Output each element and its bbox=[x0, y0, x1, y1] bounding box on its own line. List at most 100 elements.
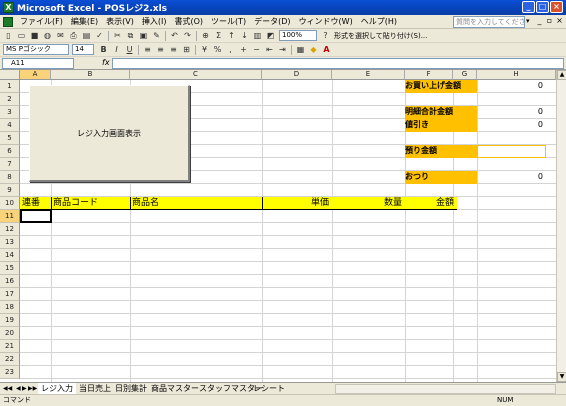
fill-color-icon[interactable]: ◆ bbox=[308, 44, 319, 55]
last-sheet-icon[interactable]: ▶▶ bbox=[28, 384, 37, 393]
help-icon[interactable]: ? bbox=[320, 30, 331, 41]
font-name-select[interactable]: MS Pゴシック bbox=[3, 44, 69, 55]
row-header[interactable]: 19 bbox=[0, 314, 20, 327]
borders-icon[interactable]: ▦ bbox=[295, 44, 306, 55]
worksheet-grid[interactable]: A B C D E F G H 1 2 3 4 5 6 7 8 9 10 11 … bbox=[0, 70, 556, 382]
new-icon[interactable]: ▯ bbox=[3, 30, 14, 41]
row-header[interactable]: 9 bbox=[0, 184, 20, 197]
scroll-down-icon[interactable]: ▼ bbox=[557, 372, 566, 382]
menu-data[interactable]: データ(D) bbox=[250, 16, 294, 27]
zoom-select[interactable]: 100% bbox=[279, 30, 317, 41]
increase-decimal-icon[interactable]: + bbox=[238, 44, 249, 55]
undo-icon[interactable]: ↶ bbox=[169, 30, 180, 41]
first-sheet-icon[interactable]: ◀◀ bbox=[3, 384, 12, 393]
row-header[interactable]: 21 bbox=[0, 340, 20, 353]
register-input-button[interactable]: レジ入力画面表示 bbox=[29, 85, 190, 182]
prev-sheet-icon[interactable]: ◀ bbox=[16, 384, 21, 393]
row-header[interactable]: 2 bbox=[0, 93, 20, 106]
formula-input[interactable] bbox=[112, 58, 564, 69]
menu-file[interactable]: ファイル(F) bbox=[16, 16, 67, 27]
bold-icon[interactable]: B bbox=[98, 44, 109, 55]
menu-edit[interactable]: 編集(E) bbox=[67, 16, 102, 27]
sheet-tab-daily-summary[interactable]: 日別集計 bbox=[112, 383, 150, 394]
format-painter-icon[interactable]: ✎ bbox=[151, 30, 162, 41]
row-header[interactable]: 12 bbox=[0, 223, 20, 236]
sheet-tab-register[interactable]: レジ入力 bbox=[38, 383, 76, 394]
scroll-up-icon[interactable]: ▲ bbox=[557, 70, 566, 80]
paste-special-button[interactable]: 形式を選択して貼り付け(S)... bbox=[334, 31, 427, 41]
align-left-icon[interactable]: ≡ bbox=[142, 44, 153, 55]
maximize-button[interactable]: □ bbox=[536, 1, 549, 13]
menu-insert[interactable]: 挿入(I) bbox=[138, 16, 171, 27]
font-size-select[interactable]: 14 bbox=[72, 44, 94, 55]
sheet-tab-receipt[interactable]: レシート bbox=[250, 383, 288, 394]
row-header[interactable]: 17 bbox=[0, 288, 20, 301]
minimize-button[interactable]: _ bbox=[522, 1, 535, 13]
column-header-h[interactable]: H bbox=[477, 70, 556, 80]
email-icon[interactable]: ✉ bbox=[55, 30, 66, 41]
row-header[interactable]: 10 bbox=[0, 197, 20, 210]
row-header[interactable]: 6 bbox=[0, 145, 20, 158]
close-button[interactable]: × bbox=[550, 1, 563, 13]
redo-icon[interactable]: ↷ bbox=[182, 30, 193, 41]
menu-view[interactable]: 表示(V) bbox=[102, 16, 138, 27]
copy-icon[interactable]: ⧉ bbox=[125, 30, 136, 41]
row-header[interactable]: 3 bbox=[0, 106, 20, 119]
underline-icon[interactable]: U bbox=[124, 44, 135, 55]
discount-value[interactable]: 0 bbox=[477, 119, 546, 132]
italic-icon[interactable]: I bbox=[111, 44, 122, 55]
increase-indent-icon[interactable]: ⇥ bbox=[277, 44, 288, 55]
name-box[interactable]: A11 bbox=[2, 58, 74, 69]
autosum-icon[interactable]: Σ bbox=[213, 30, 224, 41]
column-header-e[interactable]: E bbox=[332, 70, 405, 80]
row-header[interactable]: 14 bbox=[0, 249, 20, 262]
column-header-f[interactable]: F bbox=[405, 70, 453, 80]
cut-icon[interactable]: ✂ bbox=[112, 30, 123, 41]
row-header[interactable]: 8 bbox=[0, 171, 20, 184]
comma-icon[interactable]: , bbox=[225, 44, 236, 55]
decrease-decimal-icon[interactable]: − bbox=[251, 44, 262, 55]
font-color-icon[interactable]: A bbox=[321, 44, 332, 55]
percent-icon[interactable]: % bbox=[212, 44, 223, 55]
column-header-g[interactable]: G bbox=[453, 70, 477, 80]
align-right-icon[interactable]: ≡ bbox=[168, 44, 179, 55]
menu-format[interactable]: 書式(O) bbox=[170, 16, 207, 27]
sort-ascending-icon[interactable]: ↑ bbox=[226, 30, 237, 41]
save-icon[interactable]: ■ bbox=[29, 30, 40, 41]
paste-icon[interactable]: ▣ bbox=[138, 30, 149, 41]
sort-descending-icon[interactable]: ↓ bbox=[239, 30, 250, 41]
row-header[interactable]: 22 bbox=[0, 353, 20, 366]
drawing-icon[interactable]: ◩ bbox=[265, 30, 276, 41]
row-header-selected[interactable]: 11 bbox=[0, 210, 20, 223]
help-search-input[interactable]: 質問を入力してください bbox=[453, 16, 525, 28]
row-header[interactable]: 15 bbox=[0, 262, 20, 275]
chevron-down-icon[interactable]: ▾ bbox=[526, 17, 530, 25]
hyperlink-icon[interactable]: ⊕ bbox=[200, 30, 211, 41]
decrease-indent-icon[interactable]: ⇤ bbox=[264, 44, 275, 55]
permission-icon[interactable]: ◍ bbox=[42, 30, 53, 41]
selected-cell-a11[interactable] bbox=[20, 209, 52, 223]
row-header[interactable]: 23 bbox=[0, 366, 20, 379]
menu-tools[interactable]: ツール(T) bbox=[207, 16, 250, 27]
column-header-b[interactable]: B bbox=[51, 70, 130, 80]
row-header[interactable]: 13 bbox=[0, 236, 20, 249]
menu-window[interactable]: ウィンドウ(W) bbox=[295, 16, 357, 27]
workbook-icon[interactable] bbox=[3, 16, 13, 27]
column-header-a[interactable]: A bbox=[20, 70, 51, 80]
column-header-d[interactable]: D bbox=[262, 70, 332, 80]
row-header[interactable]: 4 bbox=[0, 119, 20, 132]
vertical-scrollbar[interactable]: ▲ ▼ bbox=[556, 70, 566, 382]
spelling-icon[interactable]: ✓ bbox=[94, 30, 105, 41]
select-all-corner[interactable] bbox=[0, 70, 20, 80]
horizontal-scrollbar[interactable] bbox=[335, 384, 556, 394]
currency-icon[interactable]: ¥ bbox=[199, 44, 210, 55]
subtotal-value[interactable]: 0 bbox=[477, 106, 546, 119]
next-sheet-icon[interactable]: ▶ bbox=[22, 384, 27, 393]
print-preview-icon[interactable]: ▤ bbox=[81, 30, 92, 41]
align-center-icon[interactable]: ≡ bbox=[155, 44, 166, 55]
print-icon[interactable]: ⎙ bbox=[68, 30, 79, 41]
column-header-c[interactable]: C bbox=[130, 70, 262, 80]
sheet-tab-daily-sales[interactable]: 当日売上 bbox=[76, 383, 114, 394]
sheet-tab-product-master[interactable]: 商品マスター bbox=[148, 383, 202, 394]
chart-wizard-icon[interactable]: ▥ bbox=[252, 30, 263, 41]
